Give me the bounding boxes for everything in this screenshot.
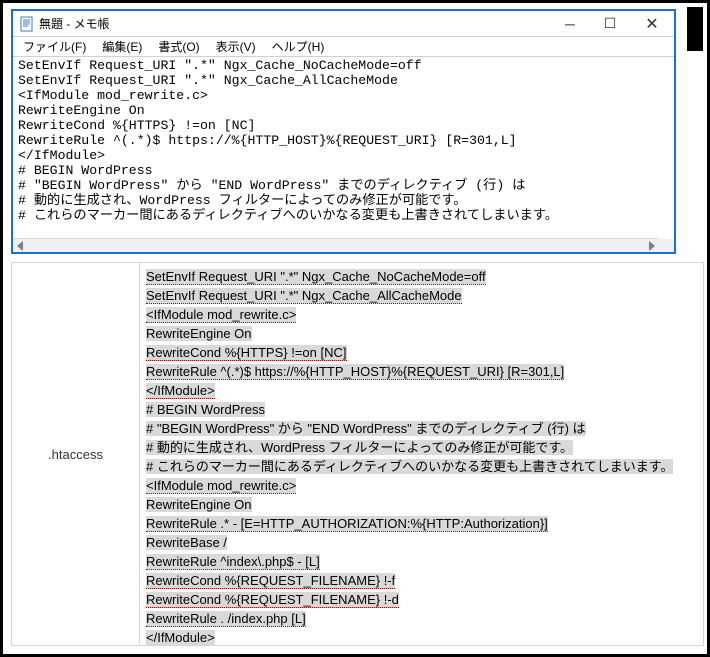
notepad-window: 無題 - メモ帳 ─ ☐ ✕ ファイル(F) 編集(E) 書式(O) 表示(V)…	[11, 9, 676, 254]
config-line: # 動的に生成され、WordPress フィルターによってのみ修正が可能です。	[146, 438, 697, 457]
menu-view[interactable]: 表示(V)	[210, 37, 262, 56]
minimize-button[interactable]: ─	[550, 12, 590, 36]
background-strip	[687, 7, 703, 51]
config-line: RewriteCond %{REQUEST_FILENAME} !-f	[146, 571, 697, 590]
close-button[interactable]: ✕	[630, 12, 674, 36]
config-line: SetEnvIf Request_URI ".*" Ngx_Cache_AllC…	[146, 286, 697, 305]
config-line: RewriteBase /	[146, 533, 697, 552]
config-line: RewriteRule .* - [E=HTTP_AUTHORIZATION:%…	[146, 514, 697, 533]
config-line: <IfModule mod_rewrite.c>	[146, 305, 697, 324]
text-editor[interactable]: SetEnvIf Request_URI ".*" Ngx_Cache_NoCa…	[15, 57, 674, 238]
config-line: RewriteRule ^index\.php$ - [L]	[146, 552, 697, 571]
config-line: # BEGIN WordPress	[146, 400, 697, 419]
menu-format[interactable]: 書式(O)	[152, 37, 205, 56]
config-line: RewriteRule . /index.php [L]	[146, 609, 697, 628]
maximize-button[interactable]: ☐	[590, 12, 630, 36]
config-line: <IfModule mod_rewrite.c>	[146, 476, 697, 495]
config-line: </IfModule>	[146, 628, 697, 646]
horizontal-scrollbar[interactable]	[13, 238, 659, 252]
config-line: RewriteCond %{REQUEST_FILENAME} !-d	[146, 590, 697, 609]
config-line: RewriteEngine On	[146, 324, 697, 343]
scroll-left-icon[interactable]	[17, 241, 23, 251]
titlebar[interactable]: 無題 - メモ帳 ─ ☐ ✕	[13, 11, 674, 37]
scroll-right-icon[interactable]	[649, 241, 655, 251]
config-line: RewriteRule ^(.*)$ https://%{HTTP_HOST}%…	[146, 362, 697, 381]
config-line: RewriteCond %{HTTPS} !=on [NC]	[146, 343, 697, 362]
config-line: SetEnvIf Request_URI ".*" Ngx_Cache_NoCa…	[146, 267, 697, 286]
menu-help[interactable]: ヘルプ(H)	[266, 37, 331, 56]
config-label: .htaccess	[48, 447, 103, 462]
window-title: 無題 - メモ帳	[39, 15, 110, 32]
config-content-cell[interactable]: SetEnvIf Request_URI ".*" Ngx_Cache_NoCa…	[139, 262, 704, 646]
config-line: # これらのマーカー間にあるディレクティブへのいかなる変更も上書きされてしまいま…	[146, 457, 697, 476]
menu-edit[interactable]: 編集(E)	[96, 37, 148, 56]
menu-file[interactable]: ファイル(F)	[17, 37, 92, 56]
config-label-cell: .htaccess	[11, 262, 139, 646]
config-line: </IfModule>	[146, 381, 697, 400]
menubar: ファイル(F) 編集(E) 書式(O) 表示(V) ヘルプ(H)	[13, 37, 674, 57]
config-table: .htaccess SetEnvIf Request_URI ".*" Ngx_…	[11, 262, 704, 646]
config-line: RewriteEngine On	[146, 495, 697, 514]
config-line: # "BEGIN WordPress" から "END WordPress" ま…	[146, 419, 697, 438]
notepad-icon	[19, 16, 35, 32]
